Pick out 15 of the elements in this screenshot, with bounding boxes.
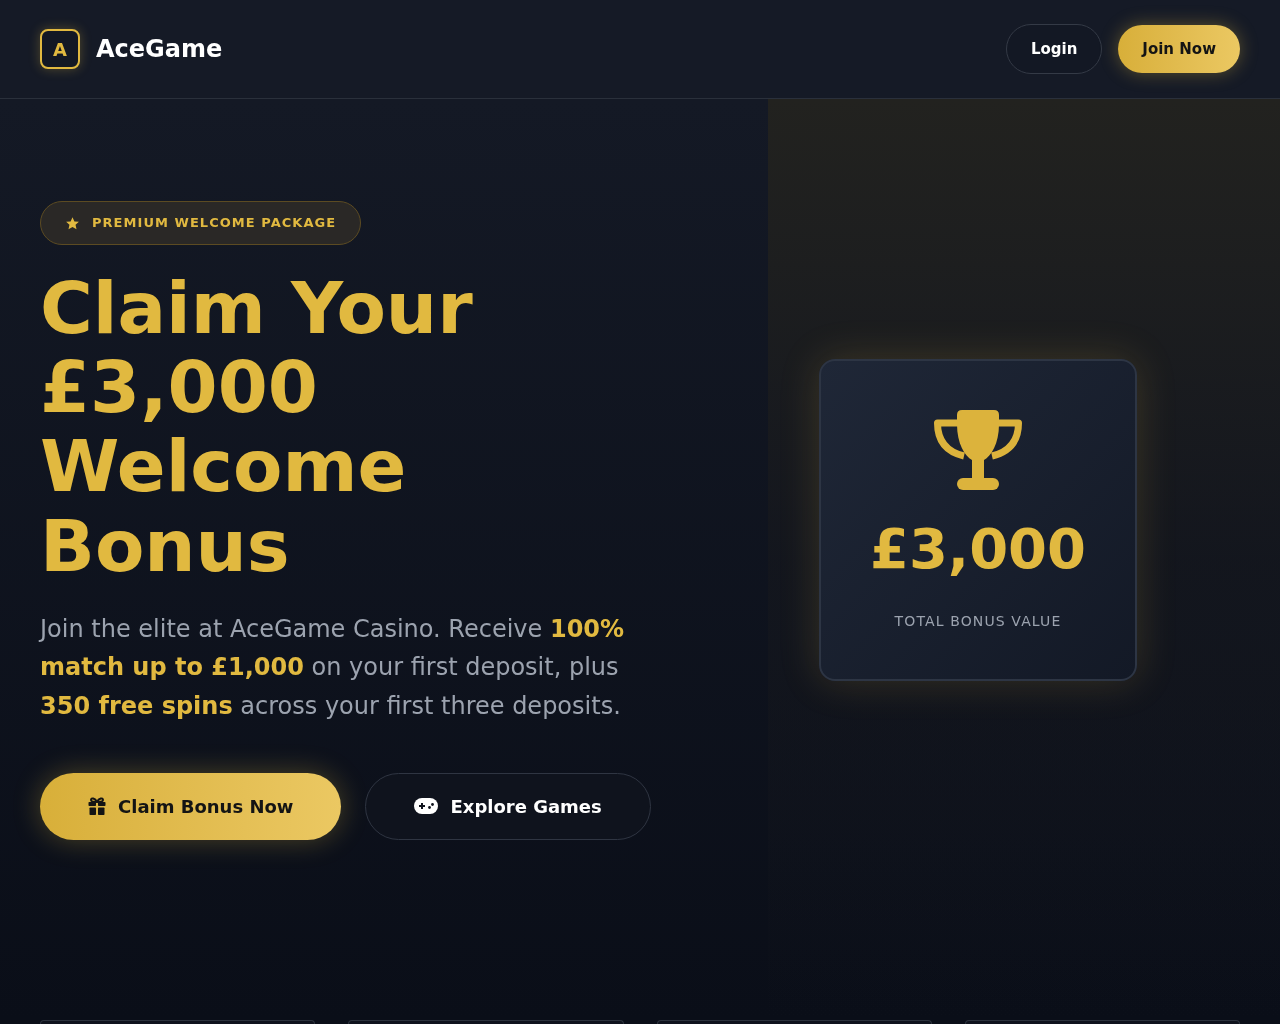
star-icon [66, 216, 79, 230]
trophy-icon [933, 409, 1023, 490]
join-now-button[interactable]: Join Now [1118, 25, 1240, 73]
bonus-label: TOTAL BONUS VALUE [894, 611, 1062, 631]
logo-mark[interactable]: A [40, 29, 80, 69]
hero-description: Join the elite at AceGame Casino. Receive 100% match up to £1,000 on your first deposit, plus 350 free spins across your first three deposits. [40, 613, 626, 722]
claim-bonus-button[interactable]: Claim Bonus Now [40, 772, 342, 840]
bonus-amount: £3,000 [869, 520, 1087, 577]
login-button[interactable]: Login [1005, 24, 1103, 74]
gift-icon [88, 797, 106, 816]
explore-games-button[interactable]: Explore Games [365, 772, 651, 840]
badge-label: PREMIUM WELCOME PACKAGE [92, 214, 337, 233]
brand-name[interactable]: AceGame [96, 37, 223, 61]
hero-heading: Claim Your £3,000 Welcome Bonus [40, 269, 474, 586]
gamepad-icon [414, 798, 439, 815]
